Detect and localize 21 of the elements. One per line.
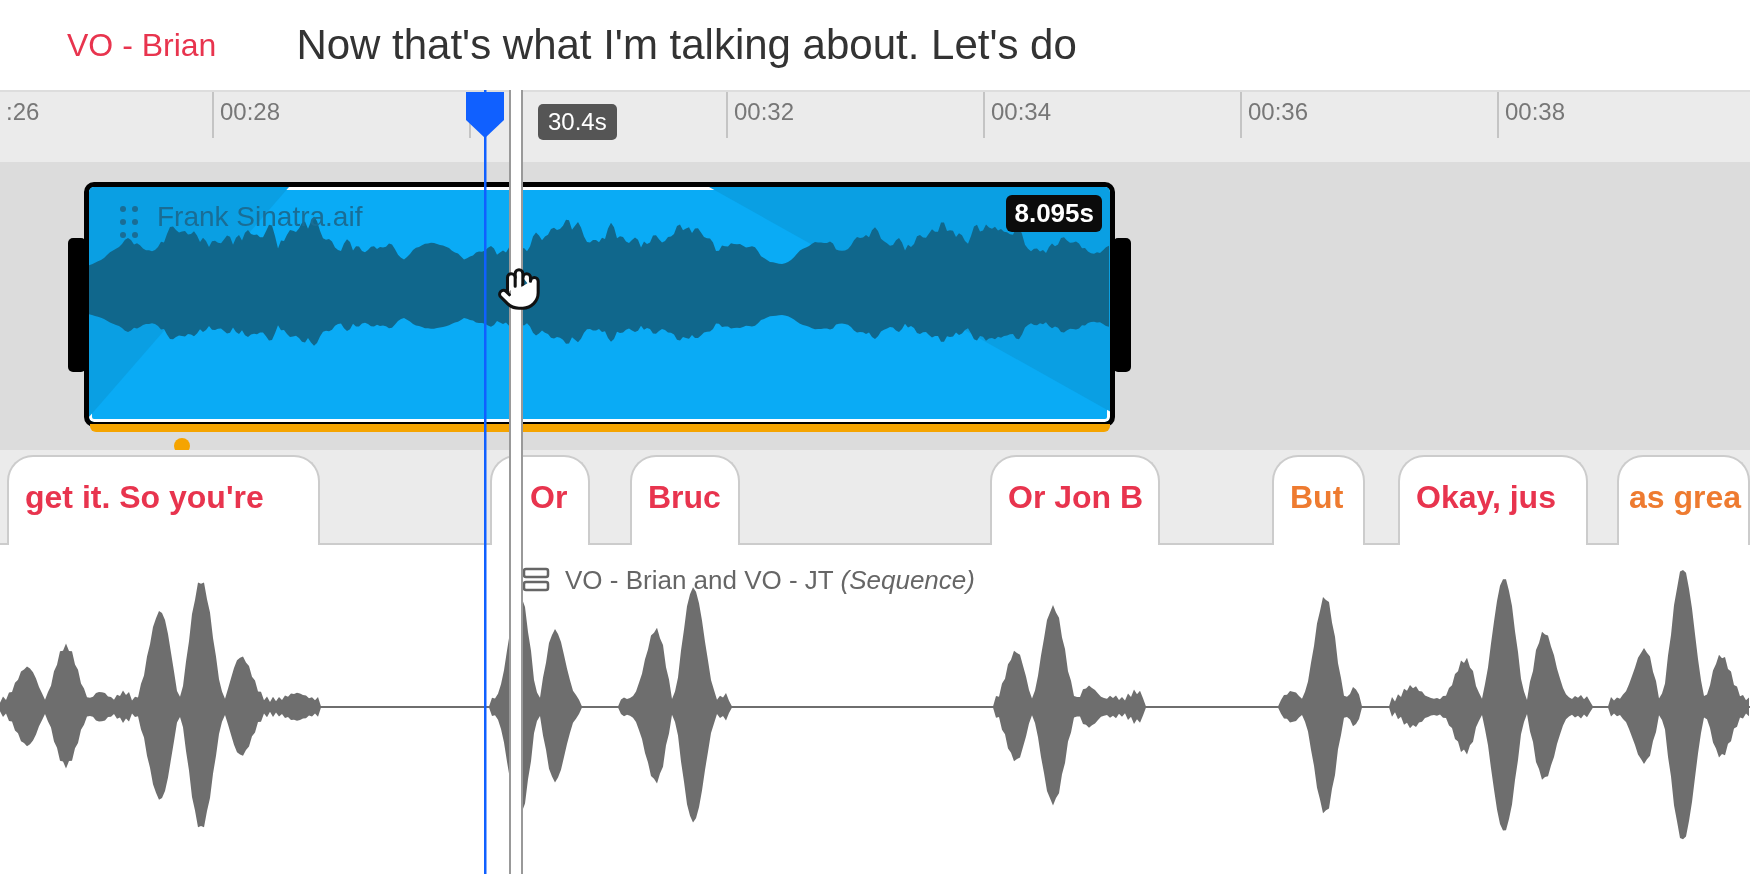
time-label: 00:34 [991,98,1052,125]
time-label: 00:28 [220,98,281,125]
time-label: 00:32 [734,98,795,125]
hand-cursor-icon [496,266,542,312]
drag-grip-icon[interactable] [119,205,139,239]
clip-name: Frank Sinatra.aif [157,201,363,233]
word-tab[interactable]: get it. So you're [7,455,320,545]
time-label: 00:36 [1248,98,1309,125]
stack-icon [522,567,550,593]
word-tab[interactable]: Okay, jus [1398,455,1588,545]
word-tab[interactable]: Bruc [630,455,740,545]
word-tab[interactable]: as grea [1617,455,1750,545]
sequence-label: VO - Brian and VO - JT (Sequence) [565,565,975,596]
script-line: Now that's what I'm talking about. Let's do [296,21,1077,69]
word-tab[interactable]: Or Jon B [990,455,1160,545]
time-tooltip: 30.4s [538,104,617,140]
speaker-name: VO - Brian [67,26,217,64]
word-tab[interactable]: But [1272,455,1365,545]
time-label: 00:38 [1505,98,1566,125]
clip-duration: 8.095s [1006,195,1102,232]
time-label: :26 [6,98,40,125]
